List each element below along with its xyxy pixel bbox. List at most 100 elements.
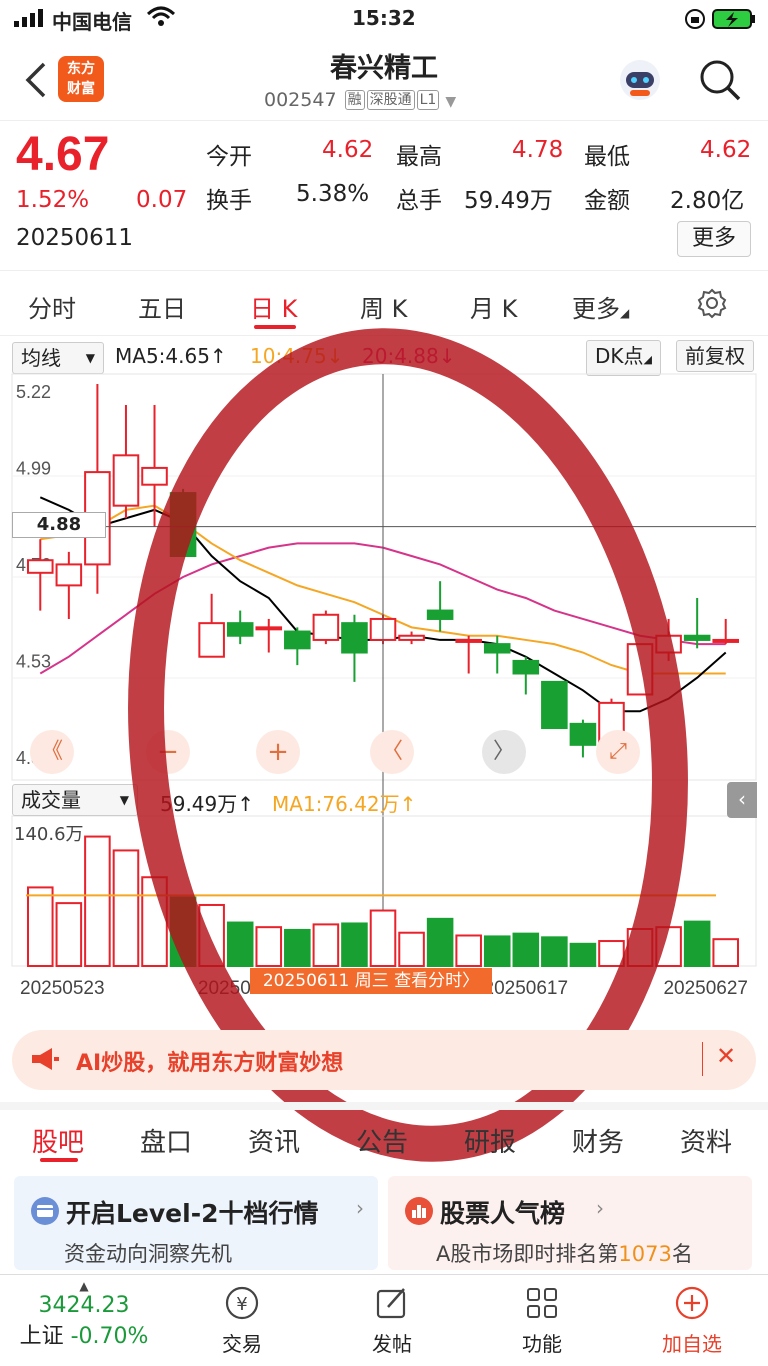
robot-assistant-icon[interactable] — [616, 56, 664, 108]
change-percent: 1.52% — [16, 187, 90, 213]
collapse-panel-button[interactable]: ‹ — [727, 782, 757, 818]
chevron-right-icon: › — [356, 1196, 364, 1220]
y-tick-label: 5.22 — [16, 382, 51, 402]
search-icon[interactable] — [698, 58, 742, 106]
candle-body — [569, 722, 597, 746]
clock: 15:32 — [352, 6, 416, 30]
stat-label: 最高 — [396, 144, 442, 170]
volume-bar — [198, 903, 225, 968]
tab-guba[interactable]: 股吧 — [32, 1122, 84, 1159]
grid-icon — [527, 1288, 557, 1318]
nav-trade[interactable]: ¥ 交易 — [182, 1283, 302, 1357]
volume-bar — [598, 940, 625, 968]
volume-bar — [226, 921, 254, 968]
bottom-navigation: ▲ 3424.23 上证 -0.70% ¥ 交易 发帖 功能 加自选 — [0, 1274, 768, 1366]
header: 东方 财富 春兴精工 002547 融深股通 L1 ▼ — [0, 40, 768, 120]
tab-research[interactable]: 研报 — [464, 1122, 516, 1159]
nav-post[interactable]: 发帖 — [332, 1283, 452, 1357]
stat-value: 5.38% — [296, 181, 370, 207]
volume-ma-value: MA1:76.42万↑ — [272, 792, 417, 816]
level2-card[interactable]: 开启Level-2十档行情 › 资金动向洞察先机 — [14, 1176, 378, 1270]
tab-finance[interactable]: 财务 — [572, 1122, 624, 1159]
edit-icon — [376, 1288, 406, 1319]
popularity-card[interactable]: 股票人气榜 › A股市场即时排名第1073名 — [388, 1176, 752, 1270]
candle-body — [426, 609, 454, 620]
x-tick-label: 20250523 — [20, 978, 105, 999]
battery-icon — [712, 8, 756, 35]
tab-pankou[interactable]: 盘口 — [140, 1122, 192, 1159]
candle-body — [483, 643, 511, 654]
crosshair-date-tooltip[interactable]: 20250611 周三 查看分时〉 — [250, 968, 492, 994]
index-change: -0.70% — [70, 1324, 149, 1349]
banner-text: AI炒股，就用东方财富妙想 — [76, 1051, 344, 1076]
chart-period-tabs: 分时 五日 日 K 周 K 月 K 更多◢ — [0, 270, 768, 336]
stat-label: 金额 — [584, 188, 630, 214]
candle-body — [284, 630, 311, 650]
zoom-out-button[interactable]: − — [146, 730, 190, 774]
stat-label: 总手 — [396, 188, 442, 214]
volume-max-label: 140.6万 — [14, 824, 84, 845]
nav-functions[interactable]: 功能 — [482, 1283, 602, 1357]
candlestick-chart[interactable]: 5.224.994.764.534.30 2025052320250606202… — [0, 336, 768, 1020]
card-subtitle: A股市场即时排名第1073名 — [436, 1242, 693, 1266]
volume-bar — [84, 835, 111, 968]
svg-text:¥: ¥ — [236, 1294, 247, 1315]
change-amount: 0.07 — [136, 187, 188, 213]
quote-panel: 4.67 1.52% 0.07 20250611 今开 4.62 最高 4.78… — [0, 120, 768, 270]
index-ticker[interactable]: ▲ 3424.23 上证 -0.70% — [14, 1279, 154, 1350]
card-subtitle: 资金动向洞察先机 — [64, 1242, 232, 1266]
scroll-left-button[interactable]: 〈 — [370, 730, 414, 774]
tab-profile[interactable]: 资料 — [680, 1122, 732, 1159]
candle-body — [312, 613, 340, 641]
volume-bar — [426, 917, 454, 968]
scroll-to-start-button[interactable]: 《 — [30, 730, 74, 774]
tab-daily-k[interactable]: 日 K — [250, 289, 297, 324]
candle-body — [55, 563, 83, 587]
nav-add-watchlist[interactable]: 加自选 — [632, 1283, 752, 1357]
candle-body — [141, 466, 168, 486]
stat-value: 4.62 — [322, 137, 374, 163]
candle-body — [255, 626, 283, 631]
volume-bar — [626, 928, 654, 967]
x-tick-label: 20250627 — [663, 978, 748, 999]
divider — [702, 1042, 703, 1076]
fullscreen-button[interactable]: ⤢ — [596, 730, 640, 774]
scroll-right-button[interactable]: 〉 — [482, 730, 526, 774]
candle-body — [398, 634, 425, 641]
zoom-in-button[interactable]: + — [256, 730, 300, 774]
volume-bar — [369, 909, 397, 968]
tab-more[interactable]: 更多◢ — [572, 289, 629, 324]
y-tick-label: 4.53 — [16, 652, 51, 672]
candle-body — [341, 622, 368, 654]
tag-margin: 融 — [344, 90, 365, 110]
bar-chart-icon — [404, 1196, 434, 1230]
volume-bar — [284, 928, 311, 967]
candle-body — [626, 643, 654, 696]
volume-bar — [683, 920, 711, 967]
volume-bar — [141, 876, 168, 967]
tab-monthly-k[interactable]: 月 K — [470, 289, 517, 324]
volume-bar — [655, 926, 682, 968]
candle-body — [712, 638, 740, 643]
volume-bar — [341, 922, 368, 968]
caret-down-icon[interactable]: ▼ — [445, 94, 456, 110]
stat-value: 2.80亿 — [670, 188, 745, 214]
tab-five-day[interactable]: 五日 — [138, 289, 186, 324]
card-title: 开启Level-2十档行情 — [66, 1199, 319, 1228]
more-button[interactable]: 更多 — [677, 221, 751, 257]
volume-bar — [569, 942, 597, 967]
volume-bar — [541, 936, 568, 967]
volume-bar — [312, 923, 340, 967]
settings-gear-icon[interactable] — [696, 287, 728, 323]
ai-promo-banner[interactable]: AI炒股，就用东方财富妙想 ✕ — [12, 1030, 756, 1090]
tab-announcements[interactable]: 公告 — [356, 1122, 408, 1159]
wifi-icon — [146, 6, 176, 33]
tab-intraday[interactable]: 分时 — [28, 289, 76, 324]
close-icon[interactable]: ✕ — [716, 1042, 736, 1070]
volume-bar — [112, 849, 140, 967]
active-tab-indicator — [254, 325, 296, 329]
tab-weekly-k[interactable]: 周 K — [360, 289, 407, 324]
tab-news[interactable]: 资讯 — [248, 1122, 300, 1159]
volume-value: 59.49万↑ — [160, 792, 255, 816]
volume-selector[interactable]: 成交量 ▼ — [12, 784, 138, 816]
